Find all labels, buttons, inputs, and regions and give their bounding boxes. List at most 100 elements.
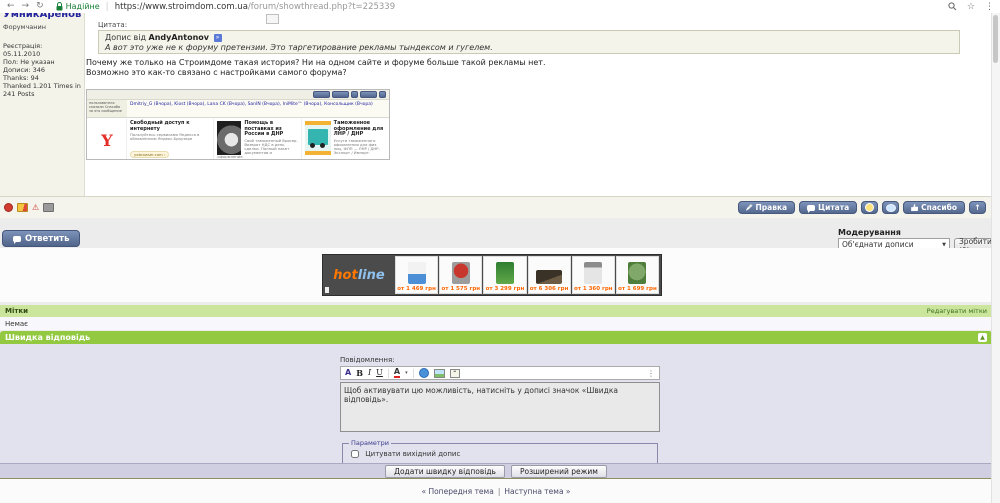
font-color-icon[interactable]: A [394,368,400,378]
speech-bubble-icon [13,236,21,242]
moderation-label: Модерування [838,228,901,237]
quick-reply-textarea[interactable]: Щоб активувати цю можливість, натисніть … [340,382,660,432]
advanced-mode-button[interactable]: Розширений режим [511,465,607,478]
submit-quick-reply-button[interactable]: Додати швидку відповідь [385,465,505,478]
italic-icon[interactable]: I [368,368,371,378]
ad-title: Свободный доступ к интернету [130,121,210,132]
scrollbar-thumb[interactable] [993,15,998,63]
edit-button[interactable]: Правка [738,201,796,214]
mini-edit-button [313,91,330,98]
mini-icon-button [351,91,358,98]
site-security[interactable]: Надійне [56,2,100,11]
editor-toolbar: A B I U A ▾ ❝ ⋮ [340,366,660,380]
report-card-icon[interactable] [17,203,28,212]
smiley-icon [865,203,874,212]
collapse-icon[interactable]: ▲ [978,333,987,342]
multiquote-button[interactable] [861,201,878,214]
padlock-icon [56,2,63,11]
wrap-quote-icon[interactable]: ❝ [450,369,460,378]
quick-reply-title: Швидка відповідь [5,333,90,342]
yandex-logo: Y [88,119,126,160]
product-tile[interactable]: от 1 699 грн [616,256,659,294]
caret-down-icon[interactable]: ▾ [405,370,408,376]
next-thread-link[interactable]: Наступна тема » [504,487,570,496]
mini-thanks-button [360,91,377,98]
toolbar-divider [413,369,414,378]
ad-link: yabrowser.com › [130,151,169,158]
yandex-letter: Y [101,131,112,150]
thanks-button[interactable]: Спасибо [903,201,965,214]
quote-label: Цитата: [98,21,127,29]
product-tile[interactable]: от 1 360 грн [572,256,615,294]
edit-tags-link[interactable]: Редагувати мітки [927,307,987,315]
insert-image-icon[interactable] [434,369,445,378]
author-title: Форумчанин [3,23,81,31]
mini-up-button [379,91,386,98]
url-path[interactable]: /forum/showthread.php?t=225339 [248,2,395,12]
message-label: Повідомлення: [340,356,660,364]
back-icon[interactable]: ← [7,0,15,13]
reload-icon[interactable]: ↻ [36,0,44,13]
ad-item: Помощь в поставках из России в ДНР Свой … [213,119,300,160]
eye-icon [886,204,896,212]
caret-down-icon: ▼ [942,242,946,248]
report-post-icon[interactable]: ⚠ [32,204,39,212]
ad-item: Свободный доступ к интернету Пользуйтесь… [126,119,213,160]
author-thanked-count: Thanked 1.201 Times in 241 Posts [3,82,81,98]
reply-button[interactable]: Ответить [2,230,80,247]
author-gender: Пол: Не указан [3,58,81,66]
product-price: от 1 469 грн [397,285,436,293]
product-tile[interactable]: от 1 469 грн [395,256,438,294]
thread-nav: « Попередня тема | Наступна тема » [0,479,992,503]
bookmark-star-icon[interactable]: ☆ [967,2,975,12]
printer-icon[interactable] [43,203,54,212]
collapse-box[interactable] [266,14,279,24]
tags-empty-label: Немає [5,320,28,328]
hotline-banner[interactable]: hotline от 1 469 грн от 1 575 грн от 3 2… [322,254,662,296]
attachment-mini-toolbar [87,90,389,99]
product-tile[interactable]: от 1 575 грн [439,256,482,294]
underline-icon[interactable]: U [376,368,383,378]
forward-icon[interactable]: → [22,0,30,13]
attachment-thanks-row: пользователя сказали Спасибо за это сооб… [87,99,389,118]
attachment-screenshot[interactable]: пользователя сказали Спасибо за это сооб… [86,89,390,160]
toolbar-menu-icon[interactable]: ⋮ [647,369,655,378]
editor-mode-icon[interactable]: A [345,368,351,378]
quick-reply-editor: Повідомлення: A B I U A ▾ ❝ ⋮ Щоб активу… [340,356,660,464]
product-tile[interactable]: от 3 299 грн [483,256,526,294]
ad-info-mark [325,287,329,293]
author-username[interactable]: УмникАреновВ [3,13,81,20]
page-scrollbar[interactable] [991,13,1000,503]
author-registration: Реєстрація: 05.11.2010 [3,42,81,58]
url-host[interactable]: https://www.stroimdom.com.ua [115,2,248,12]
author-thanks-count: Thanks: 94 [3,74,81,82]
mini-quote-button [332,91,349,98]
thanks-row-label: пользователя сказали Спасибо за это сооб… [87,100,127,117]
insert-link-icon[interactable] [419,368,429,378]
post-message: Почему же только на Строимдоме такая ист… [86,58,976,77]
quote-origin-author[interactable]: AndyAntonov [149,33,209,42]
money-fan-photo [217,121,241,155]
quote-button[interactable]: Цитата [799,201,857,214]
speech-bubble-icon [807,205,815,211]
author-posts-count: Дописи: 346 [3,66,81,74]
ad-text: Пользуйтесь сервисами Яндекса в обновлён… [130,133,210,141]
view-post-icon[interactable]: » [214,34,222,42]
bold-icon[interactable]: B [356,368,363,378]
hotline-logo: hotline [323,268,395,283]
quote-original-checkbox[interactable] [351,450,359,458]
quick-reply-button[interactable] [882,201,899,214]
scroll-top-button[interactable]: ↑ [969,201,986,214]
product-price: от 6 306 грн [530,285,569,293]
tags-title: Мітки [5,307,28,315]
product-thumb [584,262,602,284]
browser-menu-icon[interactable]: ⋮ [985,2,994,12]
nav-divider: | [498,487,501,496]
thanks-row-names: Dmitriy_G (Вчора), Kiost (Вчора), Lana C… [127,100,389,117]
search-icon[interactable] [948,2,957,11]
tags-value-row: Немає [0,317,992,330]
product-tile[interactable]: от 6 306 грн [528,256,571,294]
secure-label: Надійне [66,2,100,11]
previous-thread-link[interactable]: « Попередня тема [421,487,493,496]
quick-reply-body: Повідомлення: A B I U A ▾ ❝ ⋮ Щоб активу… [0,344,992,463]
